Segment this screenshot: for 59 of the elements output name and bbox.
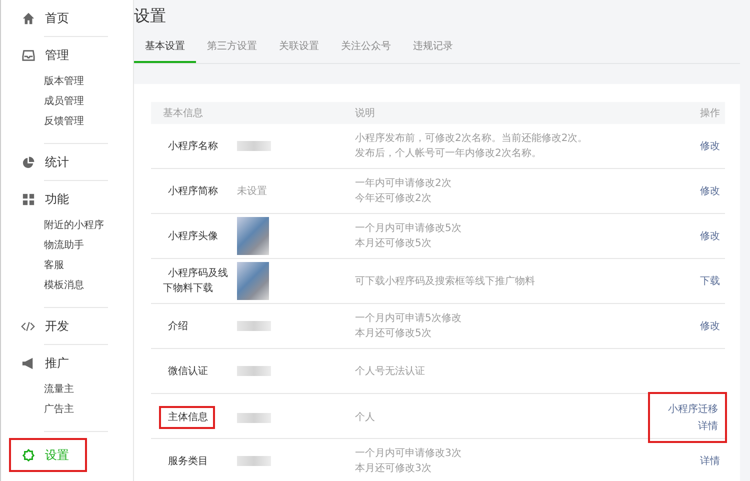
redacted-value — [237, 456, 271, 466]
row-label: 小程序码及线下物料下载 — [162, 266, 228, 296]
description-text: 一个月内可申请5次修改 本月还可修改5次 — [355, 312, 462, 341]
row-label: 小程序简称 — [167, 184, 219, 198]
action-link[interactable]: 修改 — [700, 229, 720, 243]
sidebar-item[interactable]: 开发 — [1, 316, 77, 336]
sidebar-subitem[interactable]: 物流助手 — [44, 236, 84, 256]
column-header: 操作 — [700, 107, 721, 120]
sidebar-subitem[interactable]: 版本管理 — [44, 72, 84, 92]
action-link[interactable]: 小程序迁移 — [668, 402, 718, 416]
sidebar-subitem[interactable]: 流量主 — [44, 380, 74, 400]
action-link[interactable]: 下载 — [700, 274, 720, 288]
sidebar-subitem[interactable]: 模板消息 — [44, 276, 84, 296]
redacted-value — [237, 412, 271, 422]
action-link[interactable]: 详情 — [700, 454, 720, 468]
image-placeholder — [237, 217, 269, 255]
sidebar-item[interactable]: 管理 — [1, 45, 77, 65]
megaphone-icon — [21, 356, 35, 370]
redacted-value — [237, 141, 271, 151]
column-header: 说明 — [355, 107, 376, 120]
column-header: 基本信息 — [162, 106, 204, 120]
tab[interactable]: 基本设置 — [134, 38, 196, 63]
description-text: 个人号无法认证 — [355, 364, 426, 378]
home-icon — [21, 12, 35, 24]
sidebar-item[interactable]: 首页 — [1, 8, 77, 28]
redacted-value — [237, 366, 271, 376]
description-text: 个人 — [355, 411, 376, 425]
description-text: 一个月内可申请修改5次 本月还可修改5次 — [355, 222, 462, 251]
sidebar-subitem[interactable]: 客服 — [44, 256, 64, 276]
page-title: 设置 — [134, 5, 166, 27]
sidebar-subitem[interactable]: 成员管理 — [44, 92, 84, 112]
action-link[interactable]: 详情 — [698, 419, 718, 433]
row-label: 介绍 — [167, 320, 189, 334]
sidebar-subitem[interactable]: 广告主 — [44, 400, 74, 420]
row-label: 微信认证 — [167, 364, 209, 378]
pie-chart-icon — [21, 156, 35, 168]
image-placeholder — [237, 262, 269, 300]
row-label: 服务类目 — [167, 454, 209, 468]
description-text: 可下载小程序码及搜索框等线下推广物料 — [355, 274, 536, 288]
grid-icon — [21, 192, 35, 206]
row-label: 主体信息 — [161, 408, 213, 427]
redacted-value — [237, 321, 271, 331]
description-text: 小程序发布前，可修改2次名称。当前还能修改2次。 发布后，个人帐号可一年内修改2次名称。 — [355, 132, 589, 161]
action-link[interactable]: 修改 — [700, 139, 720, 153]
field-value: 未设置 — [237, 186, 267, 197]
inbox-icon — [21, 48, 35, 62]
sidebar-item[interactable]: 推广 — [1, 353, 77, 373]
action-link[interactable]: 修改 — [700, 319, 720, 333]
sidebar-item[interactable]: 功能 — [1, 189, 77, 209]
row-label: 小程序头像 — [167, 230, 219, 244]
settings-icon — [21, 448, 35, 462]
row-label: 小程序名称 — [167, 140, 219, 154]
description-text: 一个月内可申请修改3次 本月还可修改3次 — [355, 446, 462, 476]
sidebar-item[interactable]: 统计 — [1, 152, 77, 172]
sidebar-subitem[interactable]: 附近的小程序 — [44, 216, 104, 236]
sidebar-subitem[interactable]: 反馈管理 — [44, 112, 84, 132]
code-icon — [21, 320, 35, 332]
description-text: 一年内可申请修改2次 今年还可修改2次 — [355, 176, 452, 206]
action-link[interactable]: 修改 — [700, 184, 720, 198]
